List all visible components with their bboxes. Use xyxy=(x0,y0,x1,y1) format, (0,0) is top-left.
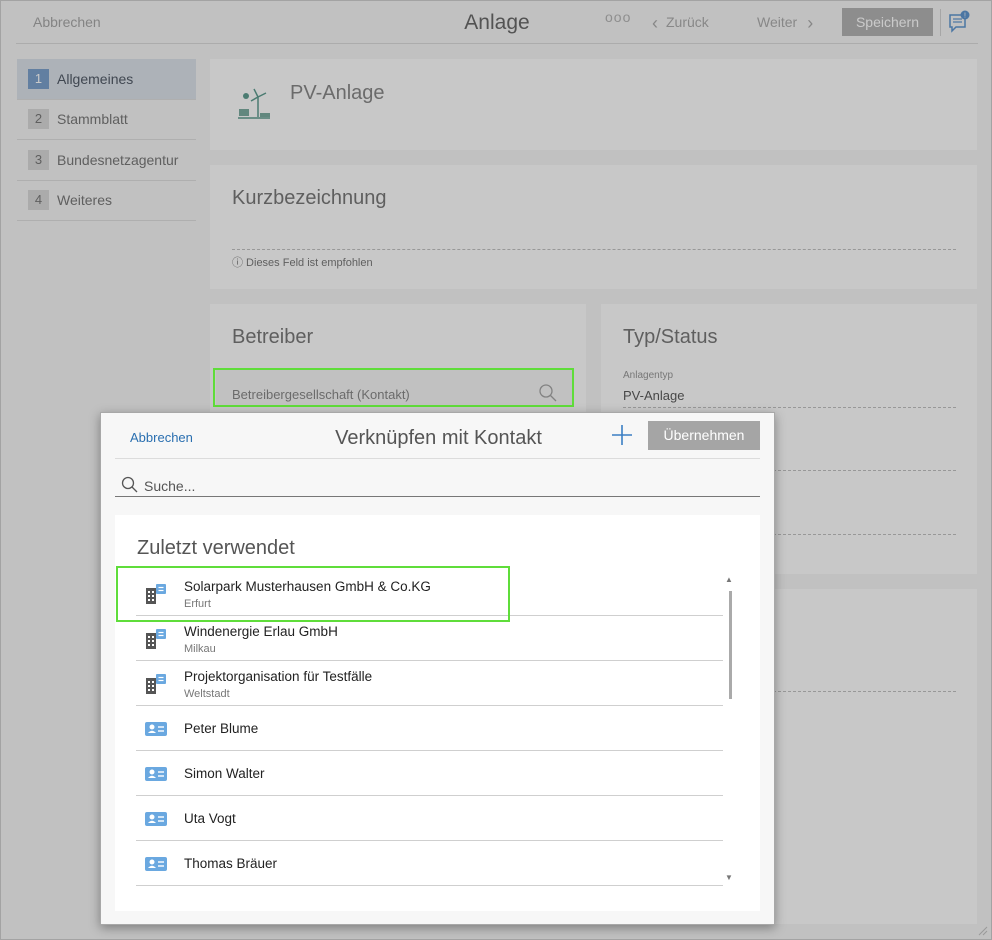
company-icon xyxy=(146,674,166,694)
operator-field-highlight xyxy=(213,368,574,407)
contact-row[interactable]: Uta Vogt xyxy=(136,796,723,841)
person-card-icon xyxy=(145,857,167,871)
apply-button[interactable]: Übernehmen xyxy=(648,421,760,450)
dialog-divider xyxy=(115,458,760,459)
contact-row[interactable]: Thomas Bräuer xyxy=(136,841,723,886)
scroll-down-arrow-icon[interactable]: ▼ xyxy=(725,873,733,882)
company-icon xyxy=(146,629,166,649)
resize-grip-icon[interactable] xyxy=(976,924,988,936)
contact-name: Uta Vogt xyxy=(184,811,236,826)
contact-name: Thomas Bräuer xyxy=(184,856,278,871)
contact-search-input[interactable] xyxy=(144,476,744,496)
contact-name: Windenergie Erlau GmbH xyxy=(184,624,338,639)
contact-row[interactable]: Windenergie Erlau GmbH Milkau xyxy=(136,616,723,661)
add-contact-icon[interactable] xyxy=(611,424,633,446)
search-icon xyxy=(121,476,138,493)
person-card-icon xyxy=(145,812,167,826)
contact-row[interactable]: Simon Walter xyxy=(136,751,723,796)
contact-row[interactable]: Peter Blume xyxy=(136,706,723,751)
contact-row[interactable]: Projektorganisation für Testfälle Weltst… xyxy=(136,661,723,706)
contact-name: Peter Blume xyxy=(184,721,259,736)
contact-search xyxy=(115,475,760,497)
link-contact-dialog: Abbrechen Verknüpfen mit Kontakt Überneh… xyxy=(100,412,775,925)
person-card-icon xyxy=(145,722,167,736)
contact-city: Weltstadt xyxy=(184,688,230,700)
contact-name: Projektorganisation für Testfälle xyxy=(184,669,373,684)
recent-heading: Zuletzt verwendet xyxy=(137,537,295,559)
person-card-icon xyxy=(145,767,167,781)
scrollbar-thumb[interactable] xyxy=(729,591,732,699)
contact-city: Milkau xyxy=(184,643,216,655)
scroll-up-arrow-icon[interactable]: ▲ xyxy=(725,575,733,584)
first-contact-highlight xyxy=(116,566,510,622)
contact-name: Simon Walter xyxy=(184,766,265,781)
